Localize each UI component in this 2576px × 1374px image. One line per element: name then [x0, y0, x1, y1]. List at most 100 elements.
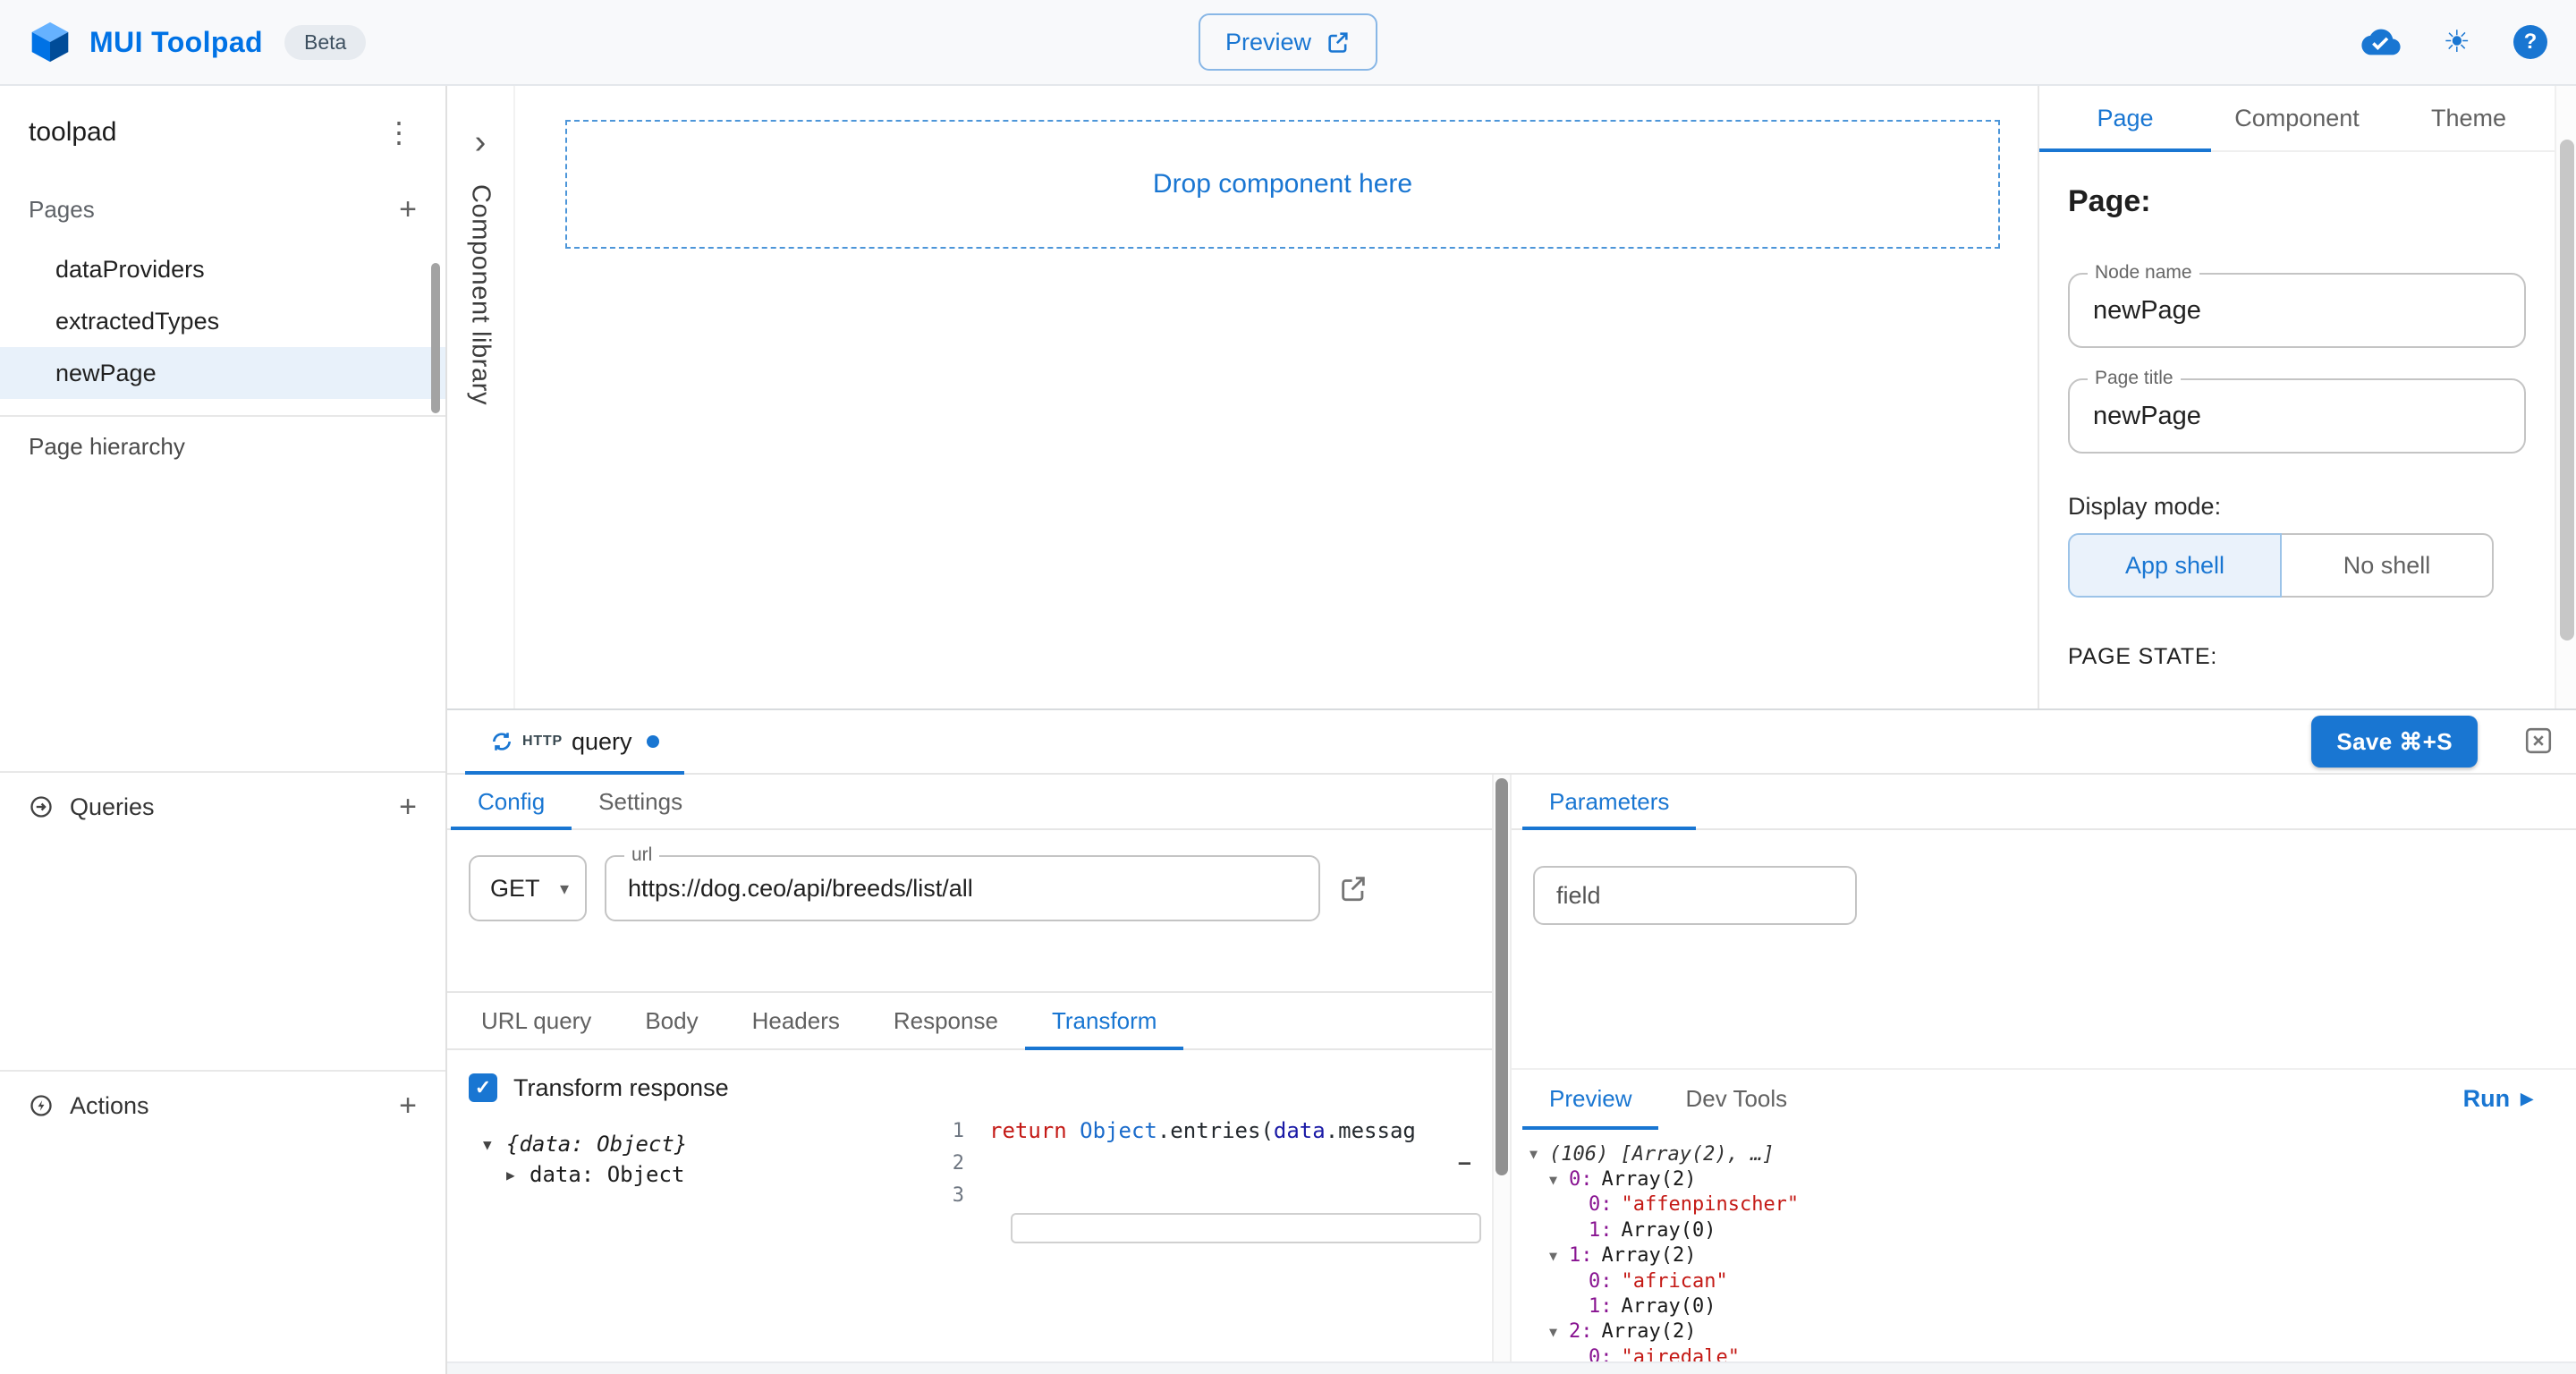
pages-list: dataProviders extractedTypes newPage: [0, 243, 445, 399]
preview-button[interactable]: Preview: [1199, 13, 1377, 71]
http-method-select[interactable]: GET ▾: [469, 855, 587, 921]
editor-widget-box: [1011, 1213, 1481, 1243]
page-title-input[interactable]: [2093, 402, 2501, 431]
toggle-label: No shell: [2343, 552, 2431, 580]
queries-section-header: Queries +: [0, 782, 445, 832]
url-field[interactable]: url: [605, 855, 1320, 921]
tree-toggle-icon[interactable]: ▼: [1549, 1248, 1569, 1264]
tree-node-label: data: Object: [530, 1162, 684, 1187]
tree-toggle-icon[interactable]: ▼: [1530, 1146, 1549, 1162]
query-protocol-label: HTTP: [522, 734, 563, 750]
node-name-input[interactable]: [2093, 296, 2501, 326]
tab-page[interactable]: Page: [2039, 86, 2211, 150]
inspector-scrollbar-thumb[interactable]: [2560, 140, 2574, 640]
chevron-right-icon[interactable]: ›: [475, 125, 487, 159]
parameter-field[interactable]: [1533, 866, 1857, 925]
tab-headers[interactable]: Headers: [725, 993, 867, 1048]
tree-toggle-icon[interactable]: ▼: [1549, 1172, 1569, 1188]
tab-url-query[interactable]: URL query: [454, 993, 618, 1048]
console-value: Array(2): [1602, 1320, 1697, 1343]
page-state-label: PAGE STATE:: [2068, 644, 2526, 670]
page-heading: Page:: [2068, 184, 2526, 219]
parameter-field-input[interactable]: [1556, 882, 1834, 910]
field-label: url: [624, 844, 659, 866]
help-icon-glyph: ?: [2524, 30, 2538, 55]
query-panel-body: Config Settings GET ▾: [447, 775, 2576, 1361]
tab-settings[interactable]: Settings: [572, 775, 709, 828]
app-bar: MUI Toolpad Beta Preview ☀ ?: [0, 0, 2576, 86]
tab-body[interactable]: Body: [618, 993, 724, 1048]
page-hierarchy-label: Page hierarchy: [29, 433, 185, 461]
project-menu-kebab-icon[interactable]: ⋮: [377, 118, 420, 147]
main-column: › Component library Drop component here …: [447, 86, 2576, 1374]
tree-toggle-icon[interactable]: ▼: [1549, 1324, 1569, 1340]
tab-theme[interactable]: Theme: [2383, 86, 2555, 150]
tab-response[interactable]: Response: [867, 993, 1025, 1048]
tab-label: Dev Tools: [1685, 1085, 1787, 1113]
tree-expand-icon[interactable]: ▼: [483, 1136, 506, 1153]
tab-parameters[interactable]: Parameters: [1522, 775, 1696, 828]
help-icon[interactable]: ?: [2513, 25, 2547, 59]
config-scrollbar-track: [1492, 775, 1512, 1361]
http-sync-icon: [490, 730, 513, 753]
console-key: 0:: [1569, 1168, 1593, 1191]
page-title-field[interactable]: Page title: [2068, 378, 2526, 454]
pages-scrollbar-thumb[interactable]: [431, 263, 440, 413]
theme-brightness-icon[interactable]: ☀: [2444, 27, 2470, 57]
tab-label: Preview: [1549, 1085, 1631, 1113]
open-url-icon[interactable]: [1338, 873, 1368, 903]
parameters-section: Parameters Preview: [1512, 775, 2576, 1361]
sidebar-item-extractedtypes[interactable]: extractedTypes: [0, 295, 445, 347]
editor-area: › Component library Drop component here …: [447, 86, 2576, 708]
divider: [0, 771, 445, 773]
add-action-button[interactable]: +: [395, 1090, 420, 1121]
close-panel-icon[interactable]: [2524, 726, 2553, 755]
save-button[interactable]: Save ⌘+S: [2311, 716, 2478, 768]
editor-cursor-mark: —: [1459, 1152, 1470, 1175]
tab-label: Parameters: [1549, 788, 1669, 816]
result-console: ▼ (106) [Array(2), …] ▼ 0: Array(2) 0:: [1512, 1127, 2576, 1361]
code-editor[interactable]: 1 return Object.entries(data.messag 2 — …: [928, 1111, 1492, 1361]
tab-transform[interactable]: Transform: [1025, 993, 1184, 1048]
query-name-label: query: [572, 728, 632, 756]
query-tab[interactable]: HTTP query: [465, 710, 684, 773]
tree-collapse-icon[interactable]: ▶: [506, 1166, 530, 1183]
line-number: 2: [928, 1152, 989, 1175]
request-tabs: URL query Body Headers Response: [447, 991, 1492, 1050]
node-name-field[interactable]: Node name: [2068, 273, 2526, 348]
url-input[interactable]: [628, 875, 1297, 903]
drop-target[interactable]: Drop component here: [565, 120, 2000, 249]
toggle-no-shell[interactable]: No shell: [2282, 533, 2494, 598]
tree-node-label: {data: Object}: [506, 1132, 687, 1157]
tree-node: ▶ data: Object: [483, 1159, 928, 1190]
console-row: 0: "airedale": [1512, 1344, 2576, 1361]
console-value: "african": [1622, 1270, 1728, 1293]
toggle-app-shell[interactable]: App shell: [2068, 533, 2282, 598]
add-page-button[interactable]: +: [395, 194, 420, 225]
tab-dev-tools[interactable]: Dev Tools: [1658, 1069, 1814, 1128]
run-button[interactable]: Run ▶: [2463, 1085, 2533, 1113]
console-row: ▼ 1: Array(2): [1512, 1243, 2576, 1268]
tab-label: Body: [645, 1007, 698, 1035]
tab-preview[interactable]: Preview: [1522, 1069, 1658, 1128]
sidebar-item-newpage[interactable]: newPage: [0, 347, 445, 399]
console-row: 1: Array(0): [1512, 1293, 2576, 1319]
tab-component[interactable]: Component: [2211, 86, 2383, 150]
pages-section-header: Pages +: [0, 186, 445, 233]
sidebar-item-dataproviders[interactable]: dataProviders: [0, 243, 445, 295]
transform-response-label: Transform response: [513, 1074, 729, 1102]
add-query-button[interactable]: +: [395, 792, 420, 822]
results-tabs: Preview Dev Tools Run ▶: [1512, 1068, 2576, 1127]
tab-config[interactable]: Config: [451, 775, 572, 828]
component-library-drawer[interactable]: › Component library: [447, 86, 515, 708]
tab-label: Page: [2097, 105, 2153, 132]
tab-label: Transform: [1052, 1007, 1157, 1035]
preview-button-label: Preview: [1225, 29, 1311, 56]
config-scrollbar-thumb[interactable]: [1496, 778, 1508, 1175]
deploy-cloud-icon[interactable]: [2361, 26, 2401, 58]
main-layout: toolpad ⋮ Pages + dataProviders extracte…: [0, 86, 2576, 1374]
tab-label: Component: [2234, 105, 2360, 132]
transform-response-checkbox[interactable]: ✓: [469, 1073, 497, 1102]
chevron-down-icon: ▾: [560, 878, 569, 900]
console-value: Array(0): [1622, 1295, 1716, 1318]
